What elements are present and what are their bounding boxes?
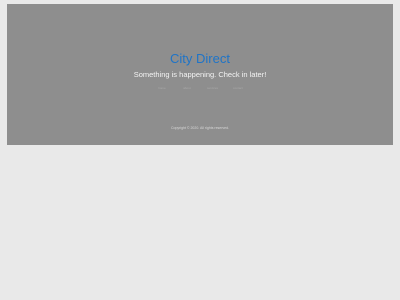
status-message: Something is happening. Check in later! [133, 70, 267, 79]
copyright-text: Copyright © 2020. All rights reserved. [170, 126, 230, 130]
nav-link-services[interactable]: services [207, 86, 218, 91]
site-title: City Direct [170, 51, 230, 66]
nav-link-contact[interactable]: contact [233, 86, 243, 91]
hero-banner: City Direct Something is happening. Chec… [7, 4, 393, 145]
nav-links: home about services contact [7, 86, 393, 91]
page: City Direct Something is happening. Chec… [0, 0, 400, 300]
nav-link-home[interactable]: home [157, 86, 167, 91]
nav-link-about[interactable]: about [182, 86, 192, 91]
